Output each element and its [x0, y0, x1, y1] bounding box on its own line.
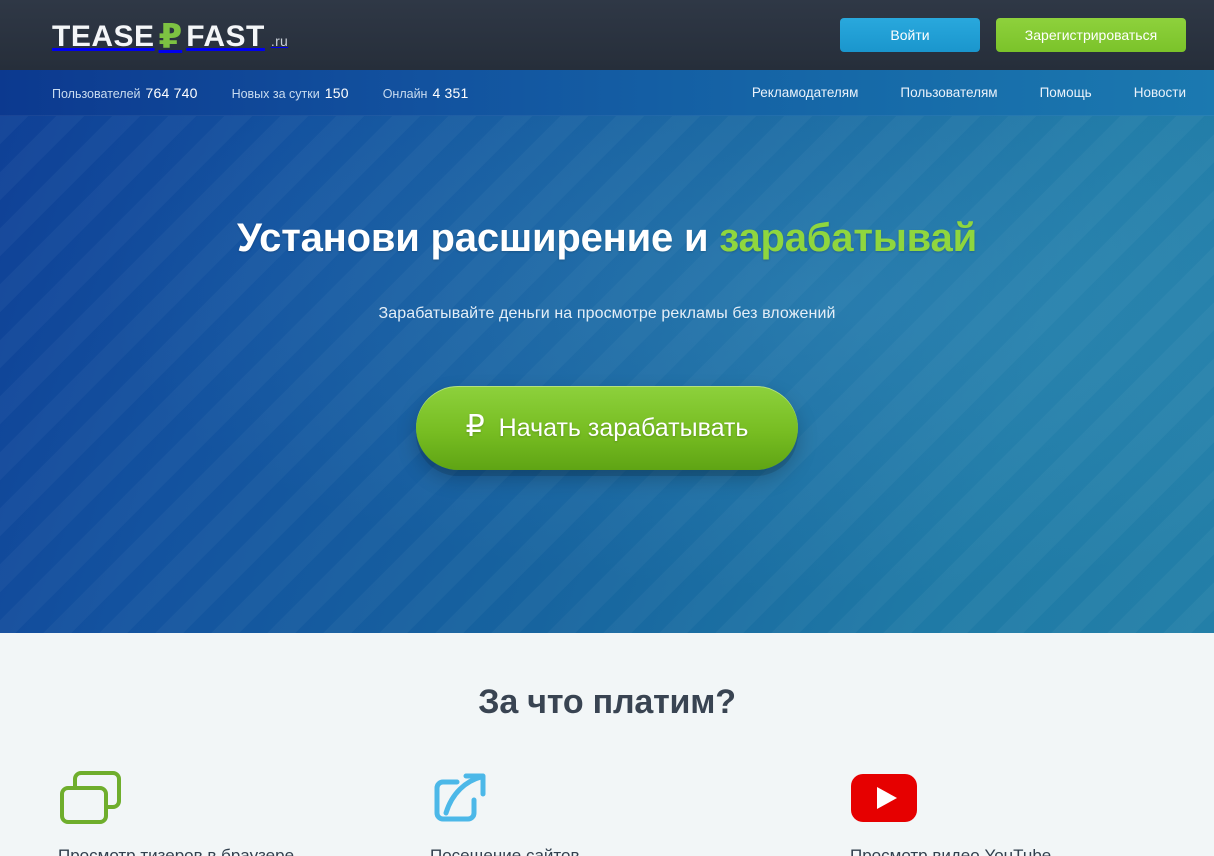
- hero-title: Установи расширение и зарабатывай: [0, 216, 1214, 260]
- site-logo[interactable]: TEASE ₽ FAST .ru: [52, 18, 289, 56]
- nav-item-news[interactable]: Новости: [1134, 85, 1186, 100]
- nav-item-help[interactable]: Помощь: [1040, 85, 1092, 100]
- stat-online: Онлайн 4 351: [383, 85, 469, 101]
- stat-users-value: 764 740: [145, 84, 198, 101]
- windows-stack-icon: [58, 767, 124, 829]
- start-earning-label: Начать зарабатывать: [498, 413, 749, 442]
- logo-text-tease: TEASE: [52, 20, 155, 53]
- stat-users: Пользователей 764 740: [52, 85, 198, 101]
- feature-item-teasers[interactable]: Просмотр тизеров в браузере: [52, 767, 370, 856]
- login-button[interactable]: Войти: [840, 18, 980, 52]
- external-link-icon: [430, 767, 492, 829]
- site-statistics: Пользователей 764 740 Новых за сутки 150 О…: [52, 85, 469, 101]
- main-navigation: Рекламодателям Пользователям Помощь Ново…: [752, 85, 1186, 100]
- logo-text-fast: FAST: [186, 20, 265, 53]
- stats-nav-bar: Пользователей 764 740 Новых за сутки 150 О…: [0, 70, 1214, 116]
- feature-label-sites: Посещение сайтов: [430, 846, 580, 856]
- stat-online-label: Онлайн: [382, 86, 428, 101]
- ruble-icon: ₽: [158, 18, 183, 56]
- hero-subtitle: Зарабатывайте деньги на просмотре реклам…: [378, 305, 836, 322]
- hero-cta-wrap: ₽ Начать зарабатывать: [0, 386, 1214, 470]
- stat-users-label: Пользователей: [52, 86, 141, 101]
- logo-tld: .ru: [270, 33, 289, 49]
- pay-for-section: За что платим? Просмотр тизеров в браузе…: [0, 633, 1214, 856]
- hero-content: Установи расширение и зарабатывай Зараба…: [0, 116, 1214, 470]
- youtube-play-icon: [850, 767, 918, 829]
- stat-online-value: 4 351: [432, 84, 469, 101]
- nav-item-users[interactable]: Пользователям: [900, 85, 997, 100]
- nav-item-advertisers[interactable]: Рекламодателям: [752, 85, 859, 100]
- feature-label-teasers: Просмотр тизеров в браузере: [58, 846, 295, 856]
- stat-new-today-value: 150: [324, 84, 349, 101]
- register-button[interactable]: Зарегистрироваться: [996, 18, 1186, 52]
- feature-item-sites[interactable]: Посещение сайтов: [370, 767, 742, 856]
- site-header: TEASE ₽ FAST .ru Войти Зарегистрироватьс…: [0, 0, 1214, 70]
- hero-title-accent: зарабатывай: [719, 216, 977, 260]
- hero-section: Установи расширение и зарабатывай Зараба…: [0, 116, 1214, 633]
- stat-new-today: Новых за сутки 150: [232, 85, 349, 101]
- page-root: TEASE ₽ FAST .ru Войти Зарегистрироватьс…: [0, 0, 1214, 856]
- header-actions: Войти Зарегистрироваться: [840, 18, 1186, 52]
- ruble-icon: ₽: [465, 410, 485, 443]
- features-list: Просмотр тизеров в браузере Посещение са…: [0, 767, 1214, 856]
- hero-title-main: Установи расширение и: [237, 216, 720, 260]
- stat-new-today-label: Новых за сутки: [231, 86, 320, 101]
- feature-item-youtube[interactable]: Просмотр видео YouTube: [742, 767, 1162, 856]
- start-earning-button[interactable]: ₽ Начать зарабатывать: [416, 386, 798, 470]
- section-title: За что платим?: [478, 683, 736, 721]
- feature-label-youtube: Просмотр видео YouTube: [850, 846, 1052, 856]
